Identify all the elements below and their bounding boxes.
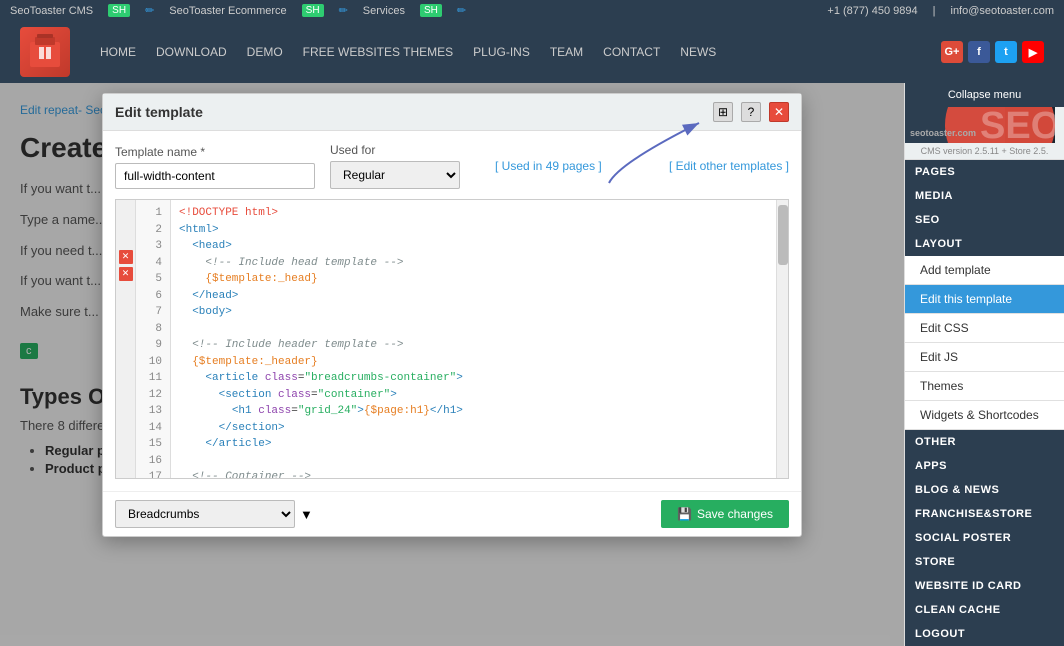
edit-template-modal: Edit template ⊞ ? ✕ Template name *	[102, 93, 802, 537]
sidebar-section-other[interactable]: OTHER	[905, 430, 1064, 454]
save-changes-button[interactable]: 💾 Save changes	[661, 500, 789, 528]
modal-header-actions: ⊞ ? ✕	[713, 102, 789, 122]
twitter-icon[interactable]: t	[995, 41, 1017, 63]
right-sidebar: Collapse menu SEO seotoaster.com CMS ver…	[904, 83, 1064, 646]
used-for-group: Used for Regular Landing Blog	[330, 143, 460, 189]
page-content: Edit repeat- Secti... Create W If you wa…	[0, 83, 904, 646]
sidebar-item-edit-css[interactable]: Edit CSS	[905, 314, 1064, 343]
template-name-input[interactable]	[115, 163, 315, 189]
main-nav: HOME DOWNLOAD DEMO FREE WEBSITES THEMES …	[100, 40, 716, 64]
sidebar-section-franchise[interactable]: FRANCHISE&STORE	[905, 502, 1064, 526]
sidebar-section-clean-cache[interactable]: CLEAN CACHE	[905, 598, 1064, 622]
used-for-label: Used for	[330, 143, 460, 157]
nav-news[interactable]: NEWS	[680, 40, 716, 64]
cms-link[interactable]: SeoToaster CMS	[10, 5, 93, 17]
modal-close-button[interactable]: ✕	[769, 102, 789, 122]
dropdown-arrow: ▼	[300, 507, 313, 522]
top-bar: SeoToaster CMS SH ✏ SeoToaster Ecommerce…	[0, 0, 1064, 21]
code-content[interactable]: <!DOCTYPE html> <html> <head> <!-- Inclu…	[171, 200, 776, 478]
modal-help-button[interactable]: ?	[741, 102, 761, 122]
modal-title: Edit template	[115, 104, 203, 120]
modal-header: Edit template ⊞ ? ✕	[103, 94, 801, 131]
modal-overlay: Edit template ⊞ ? ✕ Template name *	[0, 83, 904, 646]
nav-demo[interactable]: DEMO	[247, 40, 283, 64]
sidebar-item-add-template[interactable]: Add template	[905, 256, 1064, 285]
sidebar-item-themes[interactable]: Themes	[905, 372, 1064, 401]
sidebar-item-edit-template[interactable]: Edit this template	[905, 285, 1064, 314]
modal-body: Template name * Used for Regular Landing…	[103, 131, 801, 491]
sidebar-item-widgets[interactable]: Widgets & Shortcodes	[905, 401, 1064, 430]
sidebar-section-apps[interactable]: APPS	[905, 454, 1064, 478]
collapse-menu-button[interactable]: Collapse menu	[905, 83, 1064, 107]
nav-contact[interactable]: CONTACT	[603, 40, 660, 64]
cms-version-text: CMS version 2.5.11 + Store 2.5.	[905, 143, 1064, 160]
sidebar-section-seo[interactable]: SEO	[905, 208, 1064, 232]
used-in-pages-text: [ Used in 49 pages ]	[495, 159, 602, 173]
logo-area	[20, 27, 70, 77]
nav-plugins[interactable]: PLUG-INS	[473, 40, 530, 64]
sidebar-section-website-id[interactable]: WEBSITE ID CARD	[905, 574, 1064, 598]
remove-icon-2[interactable]: ✕	[119, 267, 133, 281]
youtube-icon[interactable]: ▶	[1022, 41, 1044, 63]
email: info@seotoaster.com	[951, 5, 1055, 17]
services-link[interactable]: Services	[363, 5, 405, 17]
site-logo[interactable]	[20, 27, 70, 77]
ecommerce-link[interactable]: SeoToaster Ecommerce	[169, 5, 286, 17]
site-header: HOME DOWNLOAD DEMO FREE WEBSITES THEMES …	[0, 21, 1064, 83]
edit-icon-1[interactable]: ✏	[145, 4, 154, 17]
facebook-icon[interactable]: f	[968, 41, 990, 63]
sidebar-section-blog[interactable]: BLOG & NEWS	[905, 478, 1064, 502]
nav-free-themes[interactable]: FREE WEBSITES THEMES	[303, 40, 453, 64]
sidebar-item-edit-js[interactable]: Edit JS	[905, 343, 1064, 372]
nav-team[interactable]: TEAM	[550, 40, 583, 64]
code-sidebar-icons: ✕ ✕	[116, 200, 136, 478]
save-label: Save changes	[697, 507, 773, 521]
used-for-select[interactable]: Regular Landing Blog	[330, 161, 460, 189]
form-row-top: Template name * Used for Regular Landing…	[115, 143, 789, 189]
sh-badge-1: SH	[108, 4, 130, 17]
remove-icon-1[interactable]: ✕	[119, 250, 133, 264]
phone: +1 (877) 450 9894	[827, 5, 917, 17]
sidebar-section-media[interactable]: MEDIA	[905, 184, 1064, 208]
google-plus-icon[interactable]: G+	[941, 41, 963, 63]
save-icon: 💾	[677, 507, 692, 521]
sh-badge-2: SH	[302, 4, 324, 17]
template-name-group: Template name *	[115, 145, 315, 189]
separator: |	[933, 5, 936, 17]
sh-badge-3: SH	[420, 4, 442, 17]
code-scrollbar[interactable]	[776, 200, 788, 478]
nav-download[interactable]: DOWNLOAD	[156, 40, 227, 64]
sidebar-section-pages[interactable]: PAGES	[905, 160, 1064, 184]
sidebar-section-layout[interactable]: LAYOUT	[905, 232, 1064, 256]
sidebar-logo-graphic: SEO seotoaster.com	[905, 107, 1055, 143]
sidebar-section-social[interactable]: SOCIAL POSTER	[905, 526, 1064, 550]
edit-icon-3[interactable]: ✏	[457, 4, 466, 17]
template-select-wrap: Breadcrumbs ▼	[115, 500, 313, 528]
edit-icon-2[interactable]: ✏	[339, 4, 348, 17]
sidebar-section-store[interactable]: STORE	[905, 550, 1064, 574]
nav-home[interactable]: HOME	[100, 40, 136, 64]
social-icons: G+ f t ▶	[941, 41, 1044, 63]
scrollbar-thumb[interactable]	[778, 205, 788, 265]
template-name-label: Template name *	[115, 145, 315, 159]
modal-footer: Breadcrumbs ▼ 💾 Save changes	[103, 491, 801, 536]
edit-other-templates-link[interactable]: [ Edit other templates ]	[669, 159, 789, 173]
main-layout: Edit repeat- Secti... Create W If you wa…	[0, 83, 1064, 646]
sidebar-section-logout[interactable]: LOGOUT	[905, 622, 1064, 646]
code-editor[interactable]: ✕ ✕ 12345 678910 1112131415 1617181920 2…	[115, 199, 789, 479]
template-dropdown[interactable]: Breadcrumbs	[115, 500, 295, 528]
logo-domain-text: seotoaster.com	[910, 128, 1050, 138]
modal-expand-button[interactable]: ⊞	[713, 102, 733, 122]
line-numbers: 12345 678910 1112131415 1617181920 21222…	[136, 200, 171, 478]
